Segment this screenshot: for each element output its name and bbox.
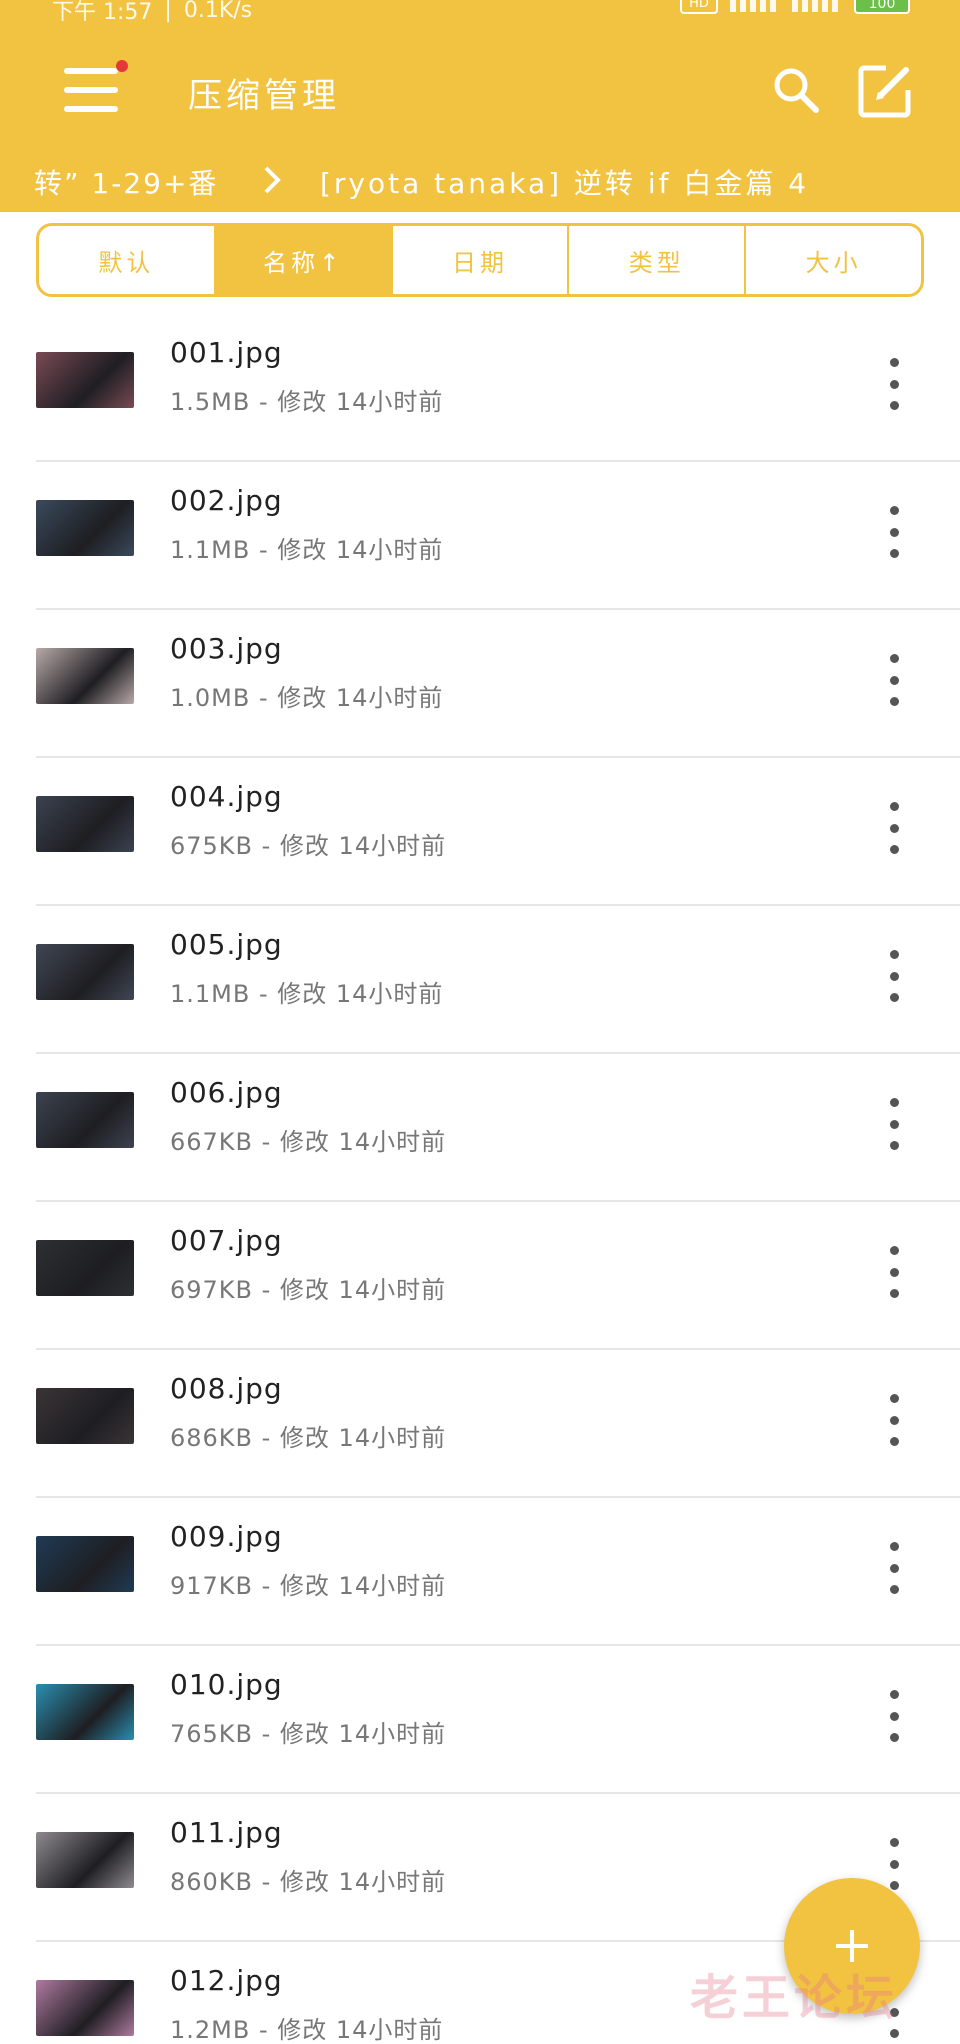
more-vertical-icon[interactable] bbox=[874, 1242, 914, 1302]
thumbnail-image bbox=[36, 944, 134, 1000]
edit-button[interactable] bbox=[856, 62, 914, 120]
file-meta: 1.2MB - 修改 14小时前 bbox=[170, 2016, 444, 2044]
list-item[interactable]: 008.jpg 686KB - 修改 14小时前 bbox=[0, 1350, 960, 1498]
breadcrumb-parent[interactable]: 转” 1-29+番 bbox=[34, 162, 218, 202]
file-meta: 675KB - 修改 14小时前 bbox=[170, 832, 447, 860]
status-time: 下午 1:57 bbox=[52, 0, 153, 25]
thumbnail-image bbox=[36, 1388, 134, 1444]
file-meta: 667KB - 修改 14小时前 bbox=[170, 1128, 447, 1156]
file-name: 001.jpg bbox=[170, 336, 283, 369]
more-vertical-icon[interactable] bbox=[874, 354, 914, 414]
thumbnail-image bbox=[36, 500, 134, 556]
app-bar: 压缩管理 bbox=[0, 40, 960, 140]
sort-tab-type[interactable]: 类型 bbox=[569, 226, 747, 294]
chevron-right-icon bbox=[262, 164, 282, 203]
more-vertical-icon[interactable] bbox=[874, 1686, 914, 1746]
list-item[interactable]: 004.jpg 675KB - 修改 14小时前 bbox=[0, 758, 960, 906]
more-vertical-icon[interactable] bbox=[874, 650, 914, 710]
file-name: 007.jpg bbox=[170, 1224, 283, 1257]
list-item[interactable]: 009.jpg 917KB - 修改 14小时前 bbox=[0, 1498, 960, 1646]
file-name: 005.jpg bbox=[170, 928, 283, 961]
file-name: 012.jpg bbox=[170, 1964, 283, 1997]
search-button[interactable] bbox=[770, 64, 822, 116]
file-meta: 1.1MB - 修改 14小时前 bbox=[170, 980, 444, 1008]
breadcrumb-current: [ryota tanaka] 逆转 if 白金篇 4 bbox=[320, 167, 810, 200]
file-meta: 765KB - 修改 14小时前 bbox=[170, 1720, 447, 1748]
file-meta: 1.5MB - 修改 14小时前 bbox=[170, 388, 444, 416]
file-name: 002.jpg bbox=[170, 484, 283, 517]
file-meta: 1.1MB - 修改 14小时前 bbox=[170, 536, 444, 564]
more-vertical-icon[interactable] bbox=[874, 502, 914, 562]
file-name: 009.jpg bbox=[170, 1520, 283, 1553]
file-meta: 1.0MB - 修改 14小时前 bbox=[170, 684, 444, 712]
breadcrumb: 转” 1-29+番 [ryota tanaka] 逆转 if 白金篇 4 bbox=[0, 160, 960, 206]
wifi-icon bbox=[792, 0, 842, 12]
thumbnail-image bbox=[36, 1092, 134, 1148]
signal-icon bbox=[730, 0, 780, 12]
list-item[interactable]: 006.jpg 667KB - 修改 14小时前 bbox=[0, 1054, 960, 1202]
top-bar: 下午 1:57 | 0.1K/s HD 100 压缩管理 转” 1-29+番 [… bbox=[0, 0, 960, 212]
file-meta: 860KB - 修改 14小时前 bbox=[170, 1868, 447, 1896]
file-name: 010.jpg bbox=[170, 1668, 283, 1701]
file-name: 004.jpg bbox=[170, 780, 283, 813]
list-item[interactable]: 007.jpg 697KB - 修改 14小时前 bbox=[0, 1202, 960, 1350]
more-vertical-icon[interactable] bbox=[874, 946, 914, 1006]
thumbnail-image bbox=[36, 648, 134, 704]
menu-button[interactable] bbox=[60, 60, 128, 118]
hamburger-icon bbox=[64, 68, 118, 74]
list-item[interactable]: 005.jpg 1.1MB - 修改 14小时前 bbox=[0, 906, 960, 1054]
page-title: 压缩管理 bbox=[188, 76, 340, 116]
list-item[interactable]: 001.jpg 1.5MB - 修改 14小时前 bbox=[0, 314, 960, 462]
list-item[interactable]: 002.jpg 1.1MB - 修改 14小时前 bbox=[0, 462, 960, 610]
sort-bar: 默认 名称↑ 日期 类型 大小 bbox=[36, 223, 924, 297]
file-meta: 917KB - 修改 14小时前 bbox=[170, 1572, 447, 1600]
file-name: 006.jpg bbox=[170, 1076, 283, 1109]
list-item[interactable]: 010.jpg 765KB - 修改 14小时前 bbox=[0, 1646, 960, 1794]
thumbnail-image bbox=[36, 352, 134, 408]
notification-dot bbox=[116, 60, 128, 72]
thumbnail-image bbox=[36, 1980, 134, 2036]
file-list: 001.jpg 1.5MB - 修改 14小时前 002.jpg 1.1MB - 修改… bbox=[0, 314, 960, 2044]
file-meta: 686KB - 修改 14小时前 bbox=[170, 1424, 447, 1452]
add-button[interactable] bbox=[784, 1878, 920, 2014]
battery-icon: 100 bbox=[854, 0, 910, 14]
sort-tab-default[interactable]: 默认 bbox=[39, 226, 216, 294]
file-name: 003.jpg bbox=[170, 632, 283, 665]
sort-tab-name[interactable]: 名称↑ bbox=[215, 226, 393, 294]
more-vertical-icon[interactable] bbox=[874, 1094, 914, 1154]
search-icon bbox=[774, 68, 819, 113]
file-name: 011.jpg bbox=[170, 1816, 283, 1849]
thumbnail-image bbox=[36, 1536, 134, 1592]
list-item[interactable]: 003.jpg 1.0MB - 修改 14小时前 bbox=[0, 610, 960, 758]
thumbnail-image bbox=[36, 1240, 134, 1296]
network-speed: 0.1K/s bbox=[183, 0, 253, 23]
thumbnail-image bbox=[36, 1684, 134, 1740]
status-bar: 下午 1:57 | 0.1K/s HD 100 bbox=[0, 0, 960, 25]
file-name: 008.jpg bbox=[170, 1372, 283, 1405]
edit-icon bbox=[858, 65, 911, 118]
hd-icon: HD bbox=[680, 0, 718, 14]
thumbnail-image bbox=[36, 796, 134, 852]
sort-tab-size[interactable]: 大小 bbox=[746, 226, 921, 294]
more-vertical-icon[interactable] bbox=[874, 798, 914, 858]
more-vertical-icon[interactable] bbox=[874, 1390, 914, 1450]
file-meta: 697KB - 修改 14小时前 bbox=[170, 1276, 447, 1304]
more-vertical-icon[interactable] bbox=[874, 1538, 914, 1598]
thumbnail-image bbox=[36, 1832, 134, 1888]
sort-tab-date[interactable]: 日期 bbox=[393, 226, 570, 294]
